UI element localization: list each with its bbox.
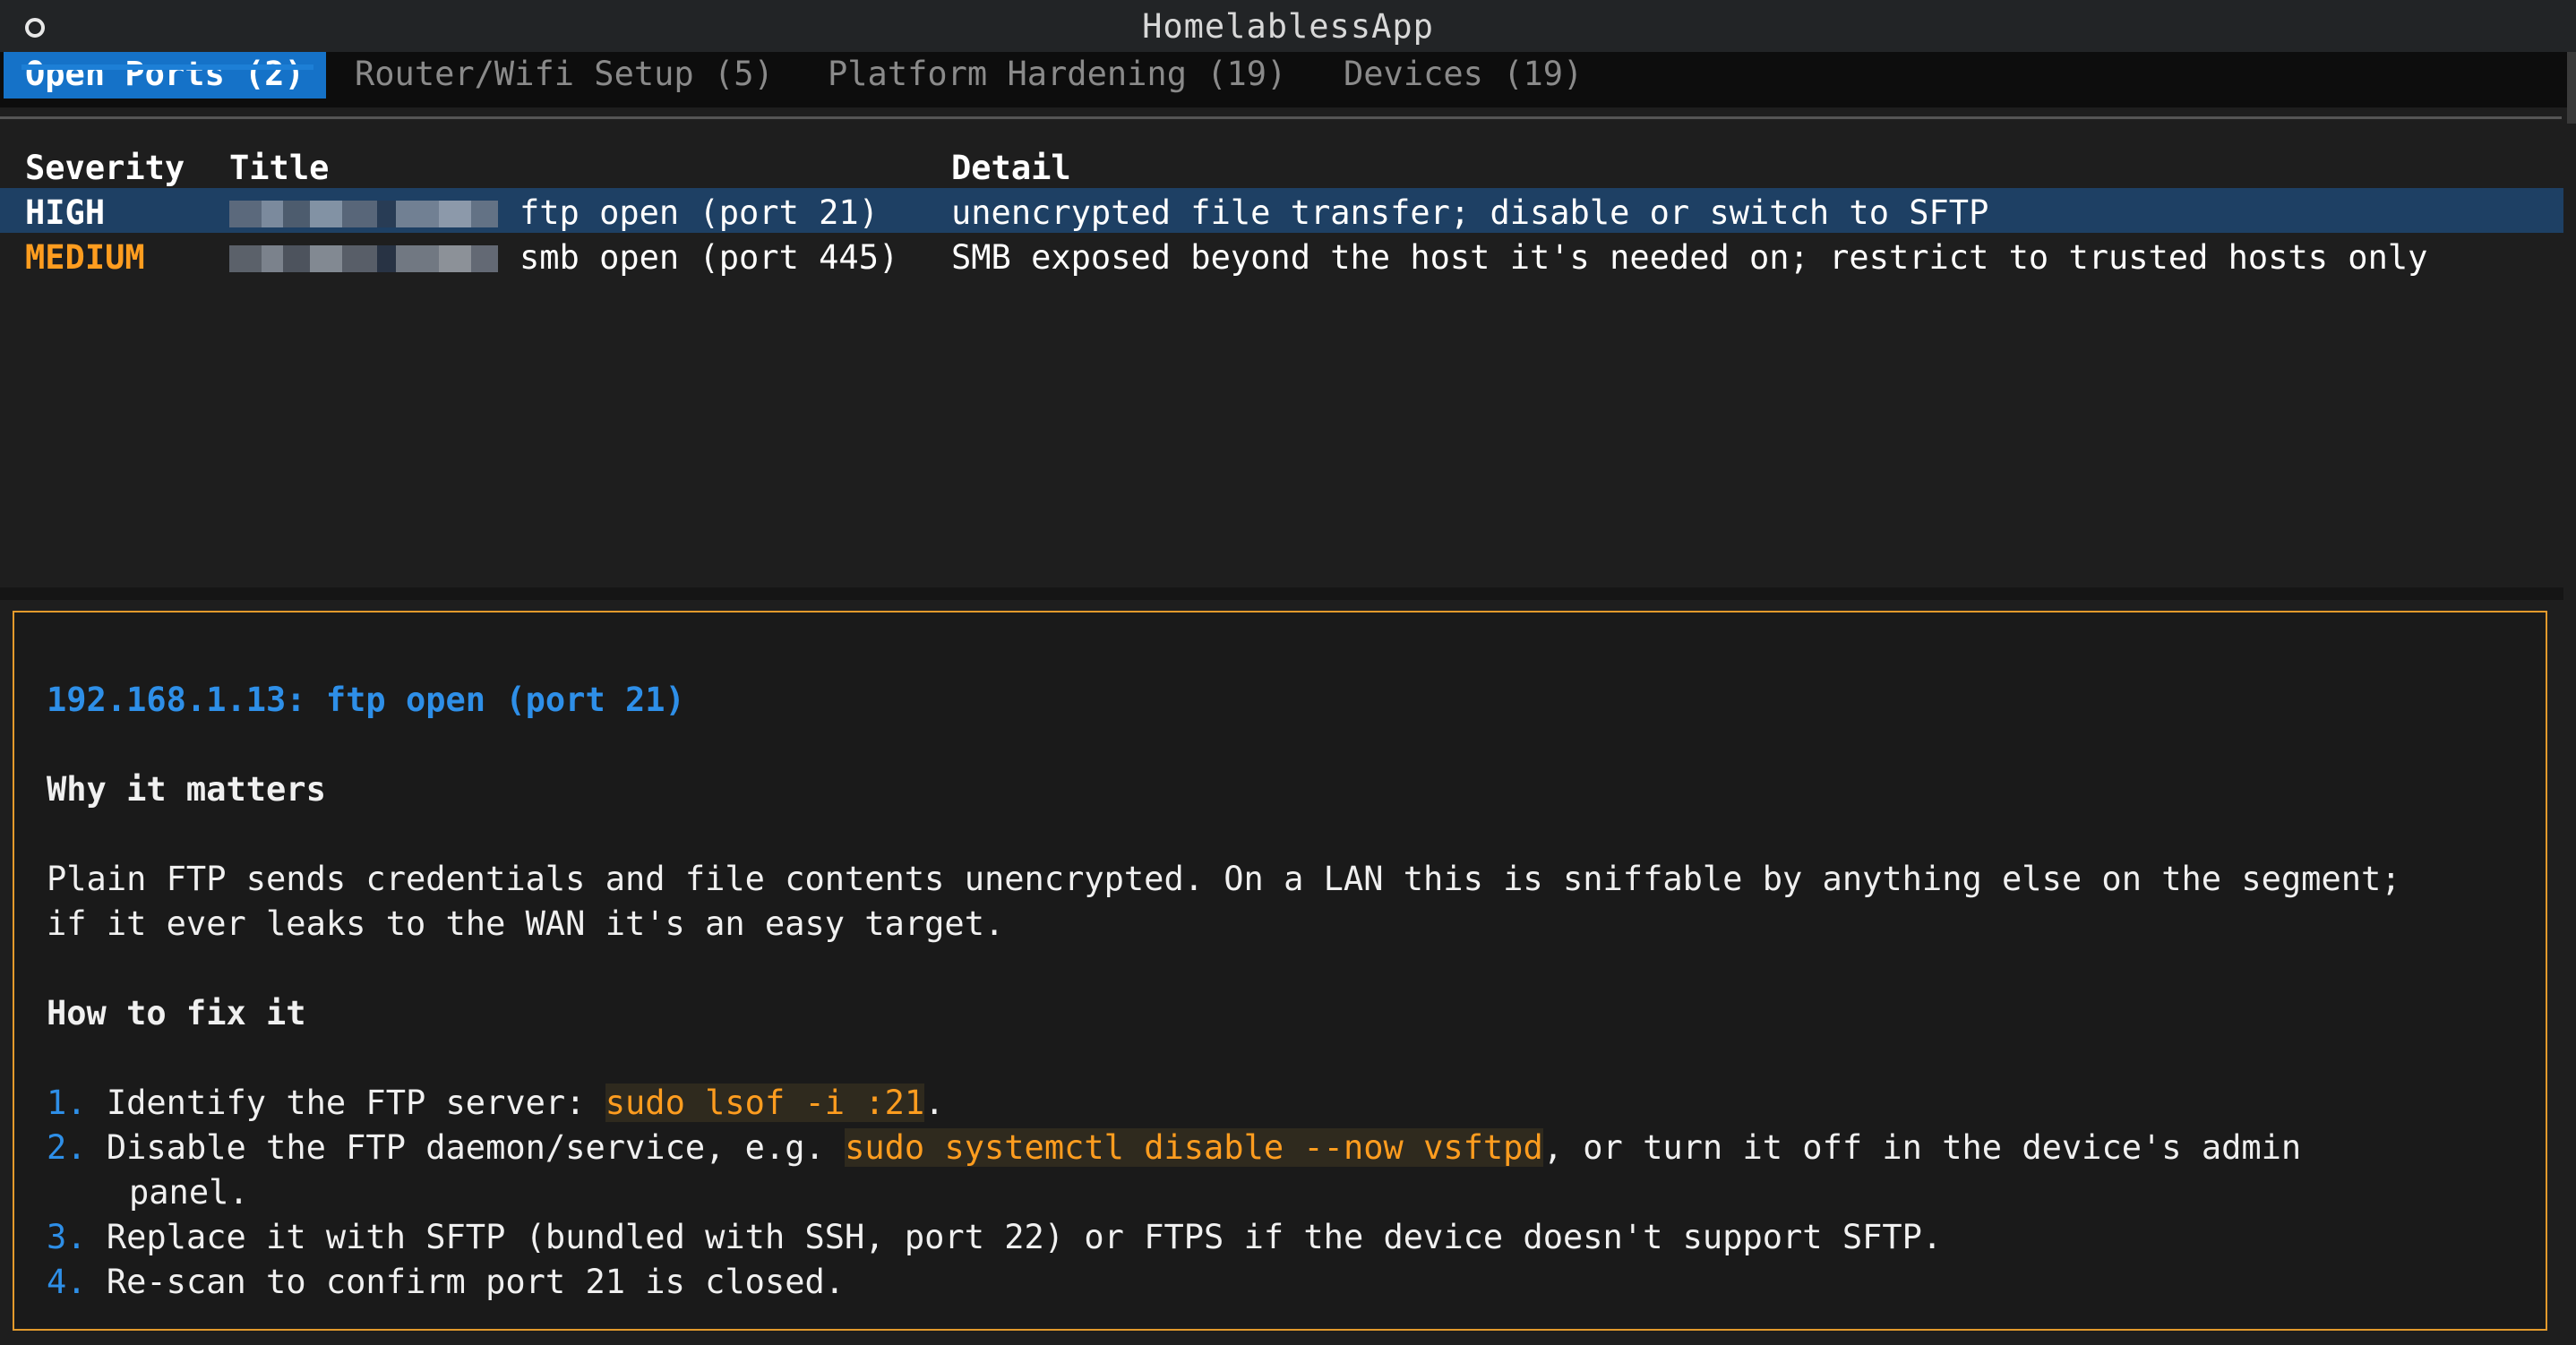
list-item: 2. Disable the FTP daemon/service, e.g. … [47, 1128, 2301, 1167]
app-window: HomelablessApp Open Ports (2) Router/Wif… [0, 0, 2576, 1345]
tab-platform-hardening[interactable]: Platform Hardening (19) [828, 52, 1286, 99]
column-header-severity[interactable]: Severity [25, 149, 185, 187]
why-text-line: Plain FTP sends credentials and file con… [47, 860, 2401, 898]
tab-open-ports[interactable]: Open Ports (2) [4, 52, 326, 99]
severity-badge: HIGH [25, 193, 106, 232]
why-text-line: if it ever leaks to the WAN it's an easy… [47, 904, 1005, 943]
title-bar: HomelablessApp [0, 0, 2576, 54]
fix-heading: How to fix it [47, 994, 306, 1032]
list-item: 3. Replace it with SFTP (bundled with SS… [47, 1218, 1942, 1256]
tab-divider [0, 116, 2562, 119]
redacted-host [229, 201, 498, 227]
step-number: 4. [47, 1263, 87, 1301]
step-text: Identify the FTP server: [106, 1084, 605, 1122]
step-number: 2. [47, 1128, 87, 1167]
step-text: Replace it with SFTP (bundled with SSH, … [106, 1218, 1943, 1256]
severity-badge: MEDIUM [25, 238, 145, 277]
table-row[interactable]: HIGH ftp open (port 21) unencrypted file… [0, 188, 2563, 233]
step-text: Disable the FTP daemon/service, e.g. [106, 1128, 846, 1167]
code-snippet[interactable]: sudo systemctl disable --now vsftpd [845, 1128, 1543, 1167]
active-tab-indicator [21, 64, 313, 70]
finding-title: smb open (port 445) [519, 238, 899, 277]
scrollbar[interactable] [2567, 52, 2576, 124]
list-item: 1. Identify the FTP server: sudo lsof -i… [47, 1084, 944, 1122]
step-number: 3. [47, 1218, 87, 1256]
window-title: HomelablessApp [1142, 7, 1434, 46]
step-text: , or turn it off in the device's admin [1542, 1128, 2302, 1167]
finding-detail: unencrypted file transfer; disable or sw… [951, 193, 1989, 232]
finding-detail: SMB exposed beyond the host it's needed … [951, 238, 2428, 277]
column-header-detail[interactable]: Detail [951, 149, 1071, 187]
table-row[interactable]: MEDIUM smb open (port 445) SMB exposed b… [0, 233, 2563, 278]
code-snippet[interactable]: sudo lsof -i :21 [605, 1084, 925, 1122]
redacted-host [229, 245, 498, 272]
detail-panel: 192.168.1.13: ftp open (port 21) Why it … [13, 611, 2547, 1331]
detail-title: 192.168.1.13: ftp open (port 21) [47, 681, 685, 719]
finding-title: ftp open (port 21) [519, 193, 879, 232]
tab-devices[interactable]: Devices (19) [1344, 52, 1583, 99]
step-text-continuation: panel. [129, 1173, 249, 1212]
table-header: Severity Title Detail [0, 141, 2563, 187]
step-text: Re-scan to confirm port 21 is closed. [106, 1263, 846, 1301]
list-item: 4. Re-scan to confirm port 21 is closed. [47, 1263, 845, 1301]
findings-table: Severity Title Detail HIGH ftp open (por… [0, 134, 2563, 587]
tab-router-wifi-setup[interactable]: Router/Wifi Setup (5) [355, 52, 774, 99]
step-text: . [924, 1084, 945, 1122]
step-number: 1. [47, 1084, 87, 1122]
tab-bar: Open Ports (2) Router/Wifi Setup (5) Pla… [0, 52, 2576, 107]
column-header-title[interactable]: Title [229, 149, 329, 187]
why-heading: Why it matters [47, 770, 326, 809]
pane-divider[interactable] [0, 587, 2563, 600]
